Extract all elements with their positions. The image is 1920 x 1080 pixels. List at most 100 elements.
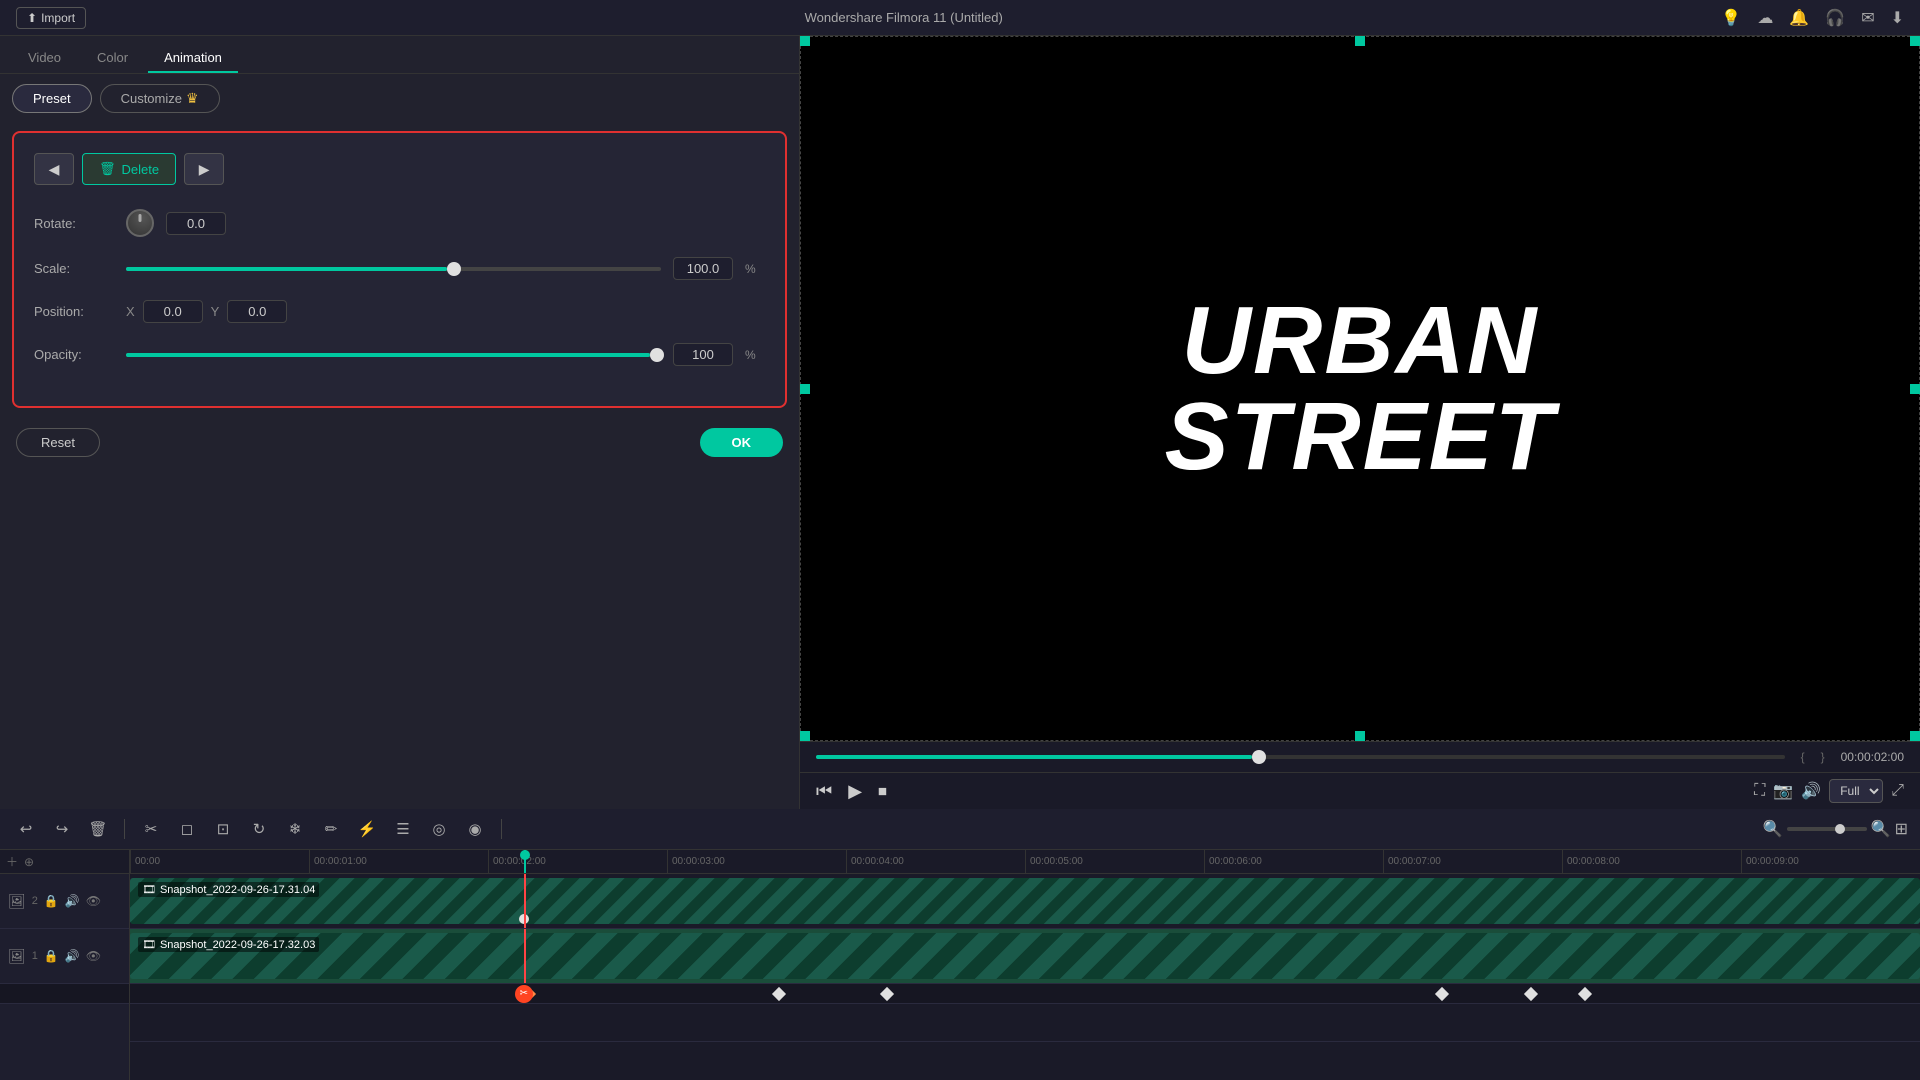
keyframe-row: ✂ (130, 984, 1920, 1004)
magnet-icon[interactable]: ⊕ (24, 855, 34, 869)
zoom-in-icon[interactable]: 🔍 (1871, 819, 1891, 839)
kf-4[interactable] (1524, 986, 1538, 1000)
track2-keyframe (519, 914, 529, 924)
tab-animation[interactable]: Animation (148, 44, 238, 73)
app-title: Wondershare Filmora 11 (Untitled) (805, 10, 1003, 25)
sub-tab-customize[interactable]: Customize ♛ (100, 84, 220, 113)
cloud-icon[interactable]: ☁ (1757, 8, 1773, 28)
next-keyframe-button[interactable]: ▶ (184, 153, 224, 185)
play-icon: ▶ (848, 781, 862, 802)
playhead-orange-dot[interactable]: ✂ (515, 985, 533, 1003)
step-back-button[interactable]: ⏮ (816, 781, 832, 802)
scale-slider-thumb[interactable] (447, 262, 461, 276)
import-button[interactable]: ⬆ Import (16, 7, 86, 29)
mail-icon[interactable]: ✉ (1861, 8, 1874, 28)
track2-audio-icon[interactable]: 🔊 (65, 894, 80, 908)
position-y-input[interactable] (227, 300, 287, 323)
ok-button[interactable]: OK (700, 428, 784, 457)
crown-icon: ♛ (186, 90, 199, 107)
playback-buttons-row: ⏮ ▶ ⏹ ⛶ 📷 🔊 Full ⤢ (800, 772, 1920, 809)
fit-icon[interactable]: ⊞ (1895, 819, 1908, 839)
top-bar-left: ⬆ Import (16, 7, 86, 29)
tool-freeze[interactable]: ❄ (281, 815, 309, 843)
volume-icon[interactable]: 🔊 (1801, 781, 1821, 801)
add-track-icon[interactable]: ＋ (6, 853, 18, 870)
scale-slider[interactable] (126, 267, 661, 271)
opacity-input[interactable] (673, 343, 733, 366)
opacity-slider[interactable] (126, 353, 661, 357)
headset-icon[interactable]: 🎧 (1825, 8, 1845, 28)
y-label: Y (211, 304, 220, 319)
main-area: Video Color Animation Preset Customize ♛… (0, 36, 1920, 809)
track2-lock-icon[interactable]: 🔒 (44, 894, 59, 908)
kf-3[interactable] (1435, 986, 1449, 1000)
panel-bottom: Reset OK (0, 416, 799, 469)
quality-select[interactable]: Full (1829, 779, 1883, 803)
sub-tab-preset[interactable]: Preset (12, 84, 92, 113)
sub-tabs: Preset Customize ♛ (0, 74, 799, 123)
preview-area: URBAN STREET (800, 36, 1920, 741)
track1-lock-icon[interactable]: 🔒 (44, 949, 59, 963)
scale-label: Scale: (34, 261, 114, 276)
import-label: Import (41, 11, 75, 25)
progress-thumb[interactable] (1252, 750, 1266, 764)
ruler-mark-5: 00:00:05:00 (1025, 850, 1204, 874)
rotate-dial[interactable] (126, 209, 154, 237)
video-track-2[interactable]: 🎞 Snapshot_2022-09-26-17.31.04 (130, 874, 1920, 929)
tool-speed[interactable]: ⚡ (353, 815, 381, 843)
video-track-1[interactable]: 🎞 Snapshot_2022-09-26-17.32.03 (130, 929, 1920, 984)
timeline-area: ＋ ⊕ 🖼 2 🔒 🔊 👁 🖼 1 🔒 🔊 👁 (0, 850, 1920, 1080)
tab-color[interactable]: Color (81, 44, 144, 73)
progress-fill (816, 755, 1252, 759)
tool-effect1[interactable]: ◎ (425, 815, 453, 843)
track1-thumbnail-icon: 🖼 (8, 948, 26, 965)
track2-eye-icon[interactable]: 👁 (86, 894, 101, 908)
tabs: Video Color Animation (0, 36, 799, 74)
tool-select[interactable]: ◻ (173, 815, 201, 843)
bell-icon[interactable]: 🔔 (1789, 8, 1809, 28)
tool-redo[interactable]: ↪ (48, 815, 76, 843)
zoom-controls: 🔍 🔍 ⊞ (1763, 819, 1908, 839)
position-x-input[interactable] (143, 300, 203, 323)
tool-effect2[interactable]: ◉ (461, 815, 489, 843)
zoom-slider[interactable] (1787, 827, 1867, 831)
fullscreen-icon[interactable]: ⛶ (1754, 782, 1765, 800)
zoom-out-icon[interactable]: 🔍 (1763, 819, 1783, 839)
prev-icon: ◀ (49, 161, 60, 178)
download-icon[interactable]: ⬇ (1891, 8, 1904, 28)
tool-draw[interactable]: ✏ (317, 815, 345, 843)
delete-keyframe-button[interactable]: 🗑 Delete (82, 153, 176, 185)
track1-eye-icon[interactable]: 👁 (86, 949, 101, 963)
light-icon[interactable]: 💡 (1721, 8, 1741, 28)
tool-cut[interactable]: ✂ (137, 815, 165, 843)
progress-bar[interactable] (816, 755, 1785, 759)
camera-icon[interactable]: 📷 (1773, 781, 1793, 801)
top-bar-icons: 💡 ☁ 🔔 🎧 ✉ ⬇ (1721, 8, 1904, 28)
corner-lm (800, 384, 810, 394)
expand-icon[interactable]: ⤢ (1891, 782, 1904, 800)
stop-button[interactable]: ⏹ (878, 781, 887, 802)
zoom-thumb[interactable] (1835, 824, 1845, 834)
track-v2-header: 🖼 2 🔒 🔊 👁 (0, 874, 129, 929)
tool-menu[interactable]: ☰ (389, 815, 417, 843)
kf-5[interactable] (1578, 986, 1592, 1000)
prev-keyframe-button[interactable]: ◀ (34, 153, 74, 185)
tool-undo[interactable]: ↩ (12, 815, 40, 843)
separator-2 (501, 819, 502, 839)
right-panel: URBAN STREET { } 00:00:02:00 ⏮ ▶ ⏹ (800, 36, 1920, 809)
play-button[interactable]: ▶ (848, 781, 862, 802)
tool-crop[interactable]: ⊡ (209, 815, 237, 843)
tool-delete[interactable]: 🗑 (84, 815, 112, 843)
ruler-mark-4: 00:00:04:00 (846, 850, 1025, 874)
reset-button[interactable]: Reset (16, 428, 100, 457)
track1-audio-icon[interactable]: 🔊 (65, 949, 80, 963)
timeline-scroll: 00:00 00:00:01:00 00:00:02:00 00:00:03:0… (130, 850, 1920, 1080)
opacity-slider-thumb[interactable] (650, 348, 664, 362)
tool-rotate2[interactable]: ↻ (245, 815, 273, 843)
rotate-input[interactable] (166, 212, 226, 235)
tab-video[interactable]: Video (12, 44, 77, 73)
kf-1[interactable] (772, 986, 786, 1000)
kf-2[interactable] (880, 986, 894, 1000)
scale-input[interactable] (673, 257, 733, 280)
ruler-mark-3: 00:00:03:00 (667, 850, 846, 874)
